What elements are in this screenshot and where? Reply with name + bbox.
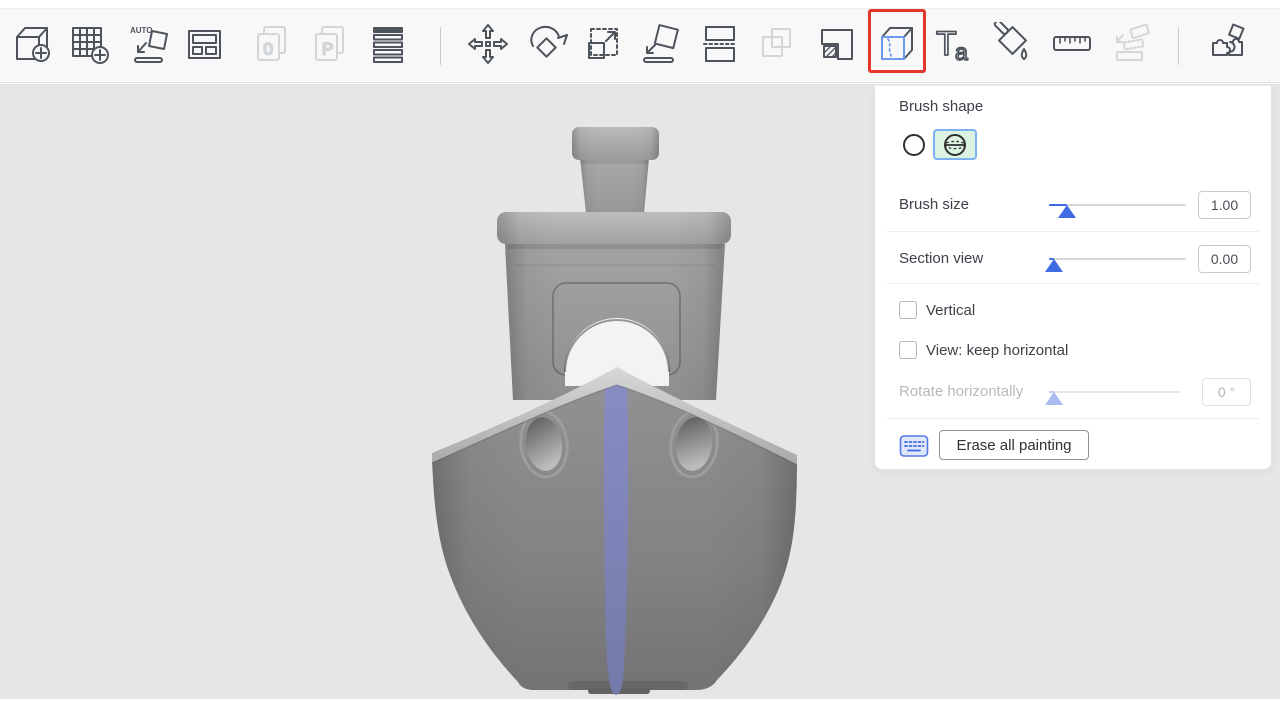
variable-layer-height-icon <box>366 22 410 71</box>
auto-orient-icon: AUTO <box>128 22 172 71</box>
svg-text:a: a <box>955 39 968 65</box>
vertical-checkbox-row: Vertical <box>875 301 1271 321</box>
toolbar-separator <box>1178 27 1179 65</box>
section-view-label: Section view <box>899 244 983 274</box>
toolbar-scale-button[interactable] <box>580 11 628 81</box>
rotate-horizontally-slider <box>1049 377 1181 407</box>
svg-text:P: P <box>322 39 333 58</box>
toolbar-add-plate-button[interactable] <box>65 11 113 81</box>
add-object-icon <box>10 22 54 71</box>
lay-on-face-icon <box>638 22 682 71</box>
section-view-slider-thumb[interactable] <box>1045 259 1063 272</box>
svg-text:AUTO: AUTO <box>130 26 153 35</box>
toolbar-split-to-parts-button: P <box>307 11 355 81</box>
divider <box>887 418 1259 419</box>
main-toolbar: AUTO 0 P Ta <box>0 8 1280 83</box>
rotate-horizontally-label: Rotate horizontally <box>899 377 1023 407</box>
circle-brush-icon <box>902 133 926 157</box>
toolbar-mesh-boolean-button[interactable] <box>813 11 861 81</box>
toolbar-merge-button <box>753 11 801 81</box>
vertical-checkbox[interactable] <box>899 301 917 319</box>
merge-icon <box>755 22 799 71</box>
mesh-boolean-icon <box>815 22 859 71</box>
move-icon <box>466 22 510 71</box>
toolbar-text-tool-button[interactable]: Ta <box>930 11 978 81</box>
benchy-model[interactable] <box>418 120 808 699</box>
divider <box>887 283 1259 284</box>
toolbar-lay-on-face-button[interactable] <box>636 11 684 81</box>
add-plate-icon <box>67 22 111 71</box>
tool-options-panel: Brush shape Brush size 1.0 <box>874 85 1272 470</box>
support-painting-icon <box>1110 22 1154 71</box>
toolbar-move-button[interactable] <box>464 11 512 81</box>
vertical-label: Vertical <box>926 301 975 320</box>
svg-text:T: T <box>936 25 957 63</box>
toolbar-rotate-button[interactable] <box>523 11 571 81</box>
split-to-objects-icon: 0 <box>251 22 295 71</box>
section-view-row: Section view 0.00 <box>875 244 1271 274</box>
toolbar-color-painting-button[interactable] <box>988 11 1036 81</box>
split-to-parts-icon: P <box>309 22 353 71</box>
brush-size-row: Brush size 1.00 <box>875 190 1271 220</box>
view-keep-horizontal-label: View: keep horizontal <box>926 341 1068 360</box>
toolbar-auto-orient-button[interactable]: AUTO <box>126 11 174 81</box>
keyboard-shortcuts-icon[interactable] <box>899 434 929 458</box>
toolbar-support-painting-button <box>1108 11 1156 81</box>
brush-size-value[interactable]: 1.00 <box>1198 191 1251 219</box>
toolbar-assembly-view-button[interactable] <box>1203 11 1251 81</box>
brush-shape-label: Brush shape <box>899 92 983 122</box>
section-view-value[interactable]: 0.00 <box>1198 245 1251 273</box>
rotate-horizontally-row: Rotate horizontally 0 ° <box>875 377 1271 407</box>
text-tool-icon: Ta <box>932 22 976 71</box>
toolbar-add-object-button[interactable] <box>8 11 56 81</box>
toolbar-cut-button[interactable] <box>696 11 744 81</box>
brush-shape-circle-option[interactable] <box>899 130 929 160</box>
assembly-view-icon <box>1205 22 1249 71</box>
seam-stripe <box>604 384 628 695</box>
brush-shape-row: Brush shape <box>875 92 1271 122</box>
color-painting-icon <box>990 22 1034 71</box>
brush-size-label: Brush size <box>899 190 969 220</box>
toolbar-arrange-button[interactable] <box>181 11 229 81</box>
arrange-icon <box>183 22 227 71</box>
erase-row: Erase all painting <box>875 430 1271 462</box>
svg-text:0: 0 <box>264 39 273 58</box>
toolbar-measure-button[interactable] <box>1048 11 1096 81</box>
divider <box>887 231 1259 232</box>
section-view-slider[interactable] <box>1049 244 1186 274</box>
toolbar-variable-layer-height-button[interactable] <box>364 11 412 81</box>
sphere-brush-icon <box>942 132 968 158</box>
rotate-icon <box>525 22 569 71</box>
rotate-horizontally-slider-thumb <box>1045 392 1063 405</box>
toolbar-seam-painting-button[interactable] <box>872 11 920 81</box>
toolbar-split-to-objects-button: 0 <box>249 11 297 81</box>
application-window: AUTO 0 P Ta <box>0 0 1280 720</box>
scale-icon <box>582 22 626 71</box>
measure-icon <box>1050 22 1094 71</box>
brush-size-slider[interactable] <box>1049 190 1186 220</box>
brush-size-slider-thumb[interactable] <box>1058 205 1076 218</box>
erase-all-painting-button[interactable]: Erase all painting <box>939 430 1089 460</box>
view-keep-horizontal-checkbox-row: View: keep horizontal <box>875 341 1271 361</box>
seam-painting-icon <box>874 22 918 71</box>
rotate-horizontally-value: 0 ° <box>1202 378 1251 406</box>
toolbar-separator <box>440 27 441 65</box>
cut-icon <box>698 22 742 71</box>
brush-shape-sphere-option[interactable] <box>933 129 977 160</box>
view-keep-horizontal-checkbox[interactable] <box>899 341 917 359</box>
